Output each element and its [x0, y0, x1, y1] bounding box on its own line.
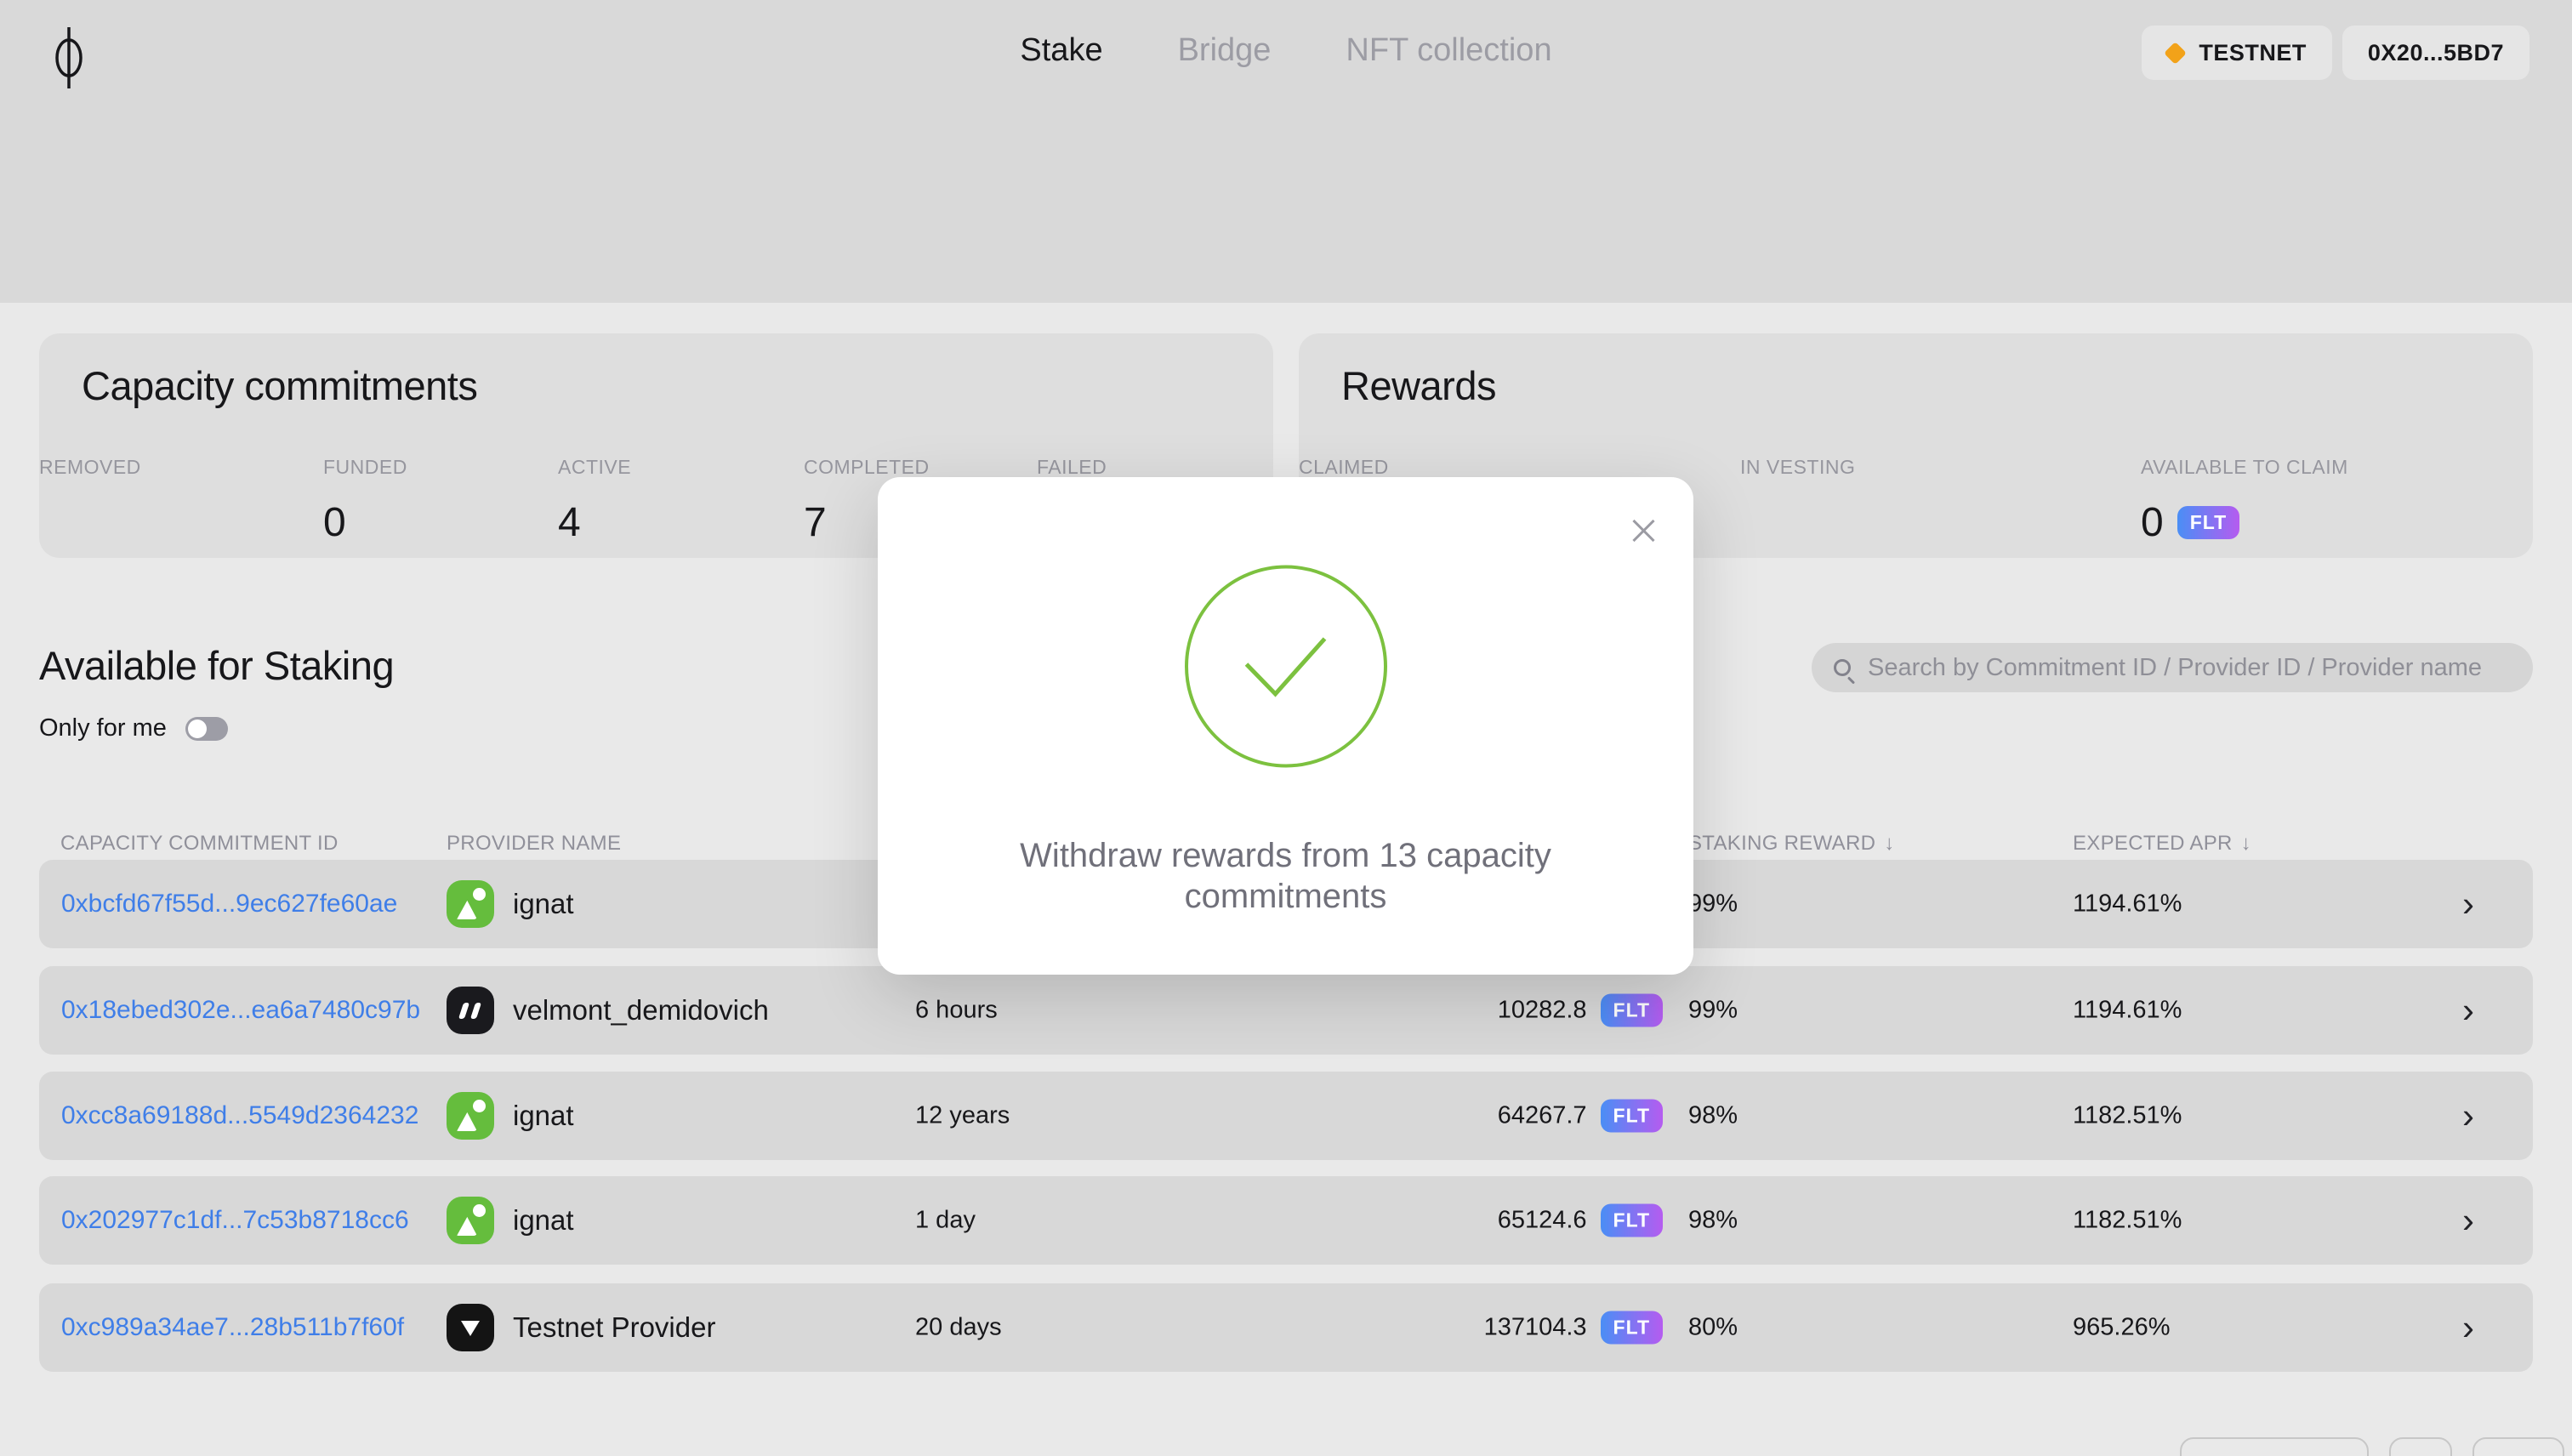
stat-funded: FUNDED 0 [323, 456, 407, 545]
stat-active: ACTIVE 4 [558, 456, 632, 545]
stat-in-vesting: IN VESTING [1740, 456, 1856, 478]
header-expected-apr[interactable]: EXPECTED APR ↓ [2073, 832, 2251, 856]
row-chevron-icon[interactable]: › [2462, 886, 2474, 922]
network-diamond-icon [2164, 41, 2188, 65]
only-for-me-label: Only for me [39, 714, 167, 742]
table-row[interactable]: 0xcc8a69188d...5549d2364232 ignat 12 yea… [39, 1072, 2533, 1160]
provider-avatar [447, 1197, 494, 1244]
commitment-id-link[interactable]: 0xc989a34ae7...28b511b7f60f [61, 1313, 404, 1342]
staking-reward-cell: 80% [1688, 1313, 1738, 1341]
table-row[interactable]: 0x18ebed302e...ea6a7480c97b velmont_demi… [39, 966, 2533, 1055]
commitment-id-link[interactable]: 0x18ebed302e...ea6a7480c97b [61, 996, 420, 1025]
header-staking-reward[interactable]: STAKING REWARD ↓ [1688, 832, 1895, 856]
duration-cell: 1 day [915, 1206, 976, 1234]
commitment-id-link[interactable]: 0x202977c1df...7c53b8718cc6 [61, 1206, 409, 1235]
row-chevron-icon[interactable]: › [2462, 992, 2474, 1028]
withdraw-success-modal: Withdraw rewards from 13 capacity commit… [878, 477, 1693, 975]
tab-stake[interactable]: Stake [1020, 32, 1102, 69]
stake-cell: 137104.3 FLT [1484, 1311, 1663, 1345]
top-right-buttons: TESTNET 0X20...5BD7 [2142, 26, 2529, 80]
stat-removed: REMOVED [39, 456, 141, 478]
search-bar [1812, 643, 2533, 692]
toggle-knob [187, 719, 207, 738]
provider-cell: ignat [447, 1092, 574, 1140]
search-icon [1834, 659, 1851, 676]
stake-cell: 65124.6 FLT [1498, 1203, 1663, 1237]
available-for-staking-title: Available for Staking [39, 643, 395, 688]
flt-token-badge: FLT [1600, 1203, 1663, 1237]
tab-nft-collection[interactable]: NFT collection [1346, 32, 1551, 69]
provider-cell: ignat [447, 1197, 574, 1244]
provider-cell: Testnet Provider [447, 1304, 715, 1351]
capacity-card-title: Capacity commitments [82, 363, 478, 408]
next-page-button[interactable]: › [2389, 1437, 2452, 1456]
flt-token-badge: FLT [1600, 993, 1663, 1027]
stake-cell: 64267.7 FLT [1498, 1099, 1663, 1133]
duration-cell: 20 days [915, 1313, 1002, 1341]
top-navigation-bar: Stake Bridge NFT collection TESTNET 0X20… [0, 0, 2572, 303]
flt-token-badge: FLT [2177, 506, 2240, 539]
duration-cell: 12 years [915, 1101, 1010, 1129]
provider-name: ignat [513, 888, 574, 919]
success-check-icon [1181, 562, 1390, 775]
network-button[interactable]: TESTNET [2142, 26, 2332, 80]
nav-tabs: Stake Bridge NFT collection [1020, 32, 1551, 69]
staking-reward-cell: 98% [1688, 1101, 1738, 1129]
provider-avatar [447, 1092, 494, 1140]
network-label: TESTNET [2199, 39, 2307, 65]
expected-apr-cell: 965.26% [2073, 1313, 2171, 1341]
header-capacity-commitment-id: CAPACITY COMMITMENT ID [60, 832, 339, 855]
pagination: Page 1 of 14 › Last [2180, 1437, 2564, 1456]
provider-avatar [447, 987, 494, 1034]
table-row[interactable]: 0xc989a34ae7...28b511b7f60f Testnet Prov… [39, 1283, 2533, 1372]
header-provider-name: PROVIDER NAME [447, 832, 622, 855]
wallet-address-label: 0X20...5BD7 [2367, 39, 2504, 65]
row-chevron-icon[interactable]: › [2462, 1098, 2474, 1134]
search-input[interactable] [1868, 653, 2511, 682]
staking-reward-cell: 99% [1688, 996, 1738, 1024]
last-page-button[interactable]: Last [2472, 1437, 2564, 1456]
only-for-me-toggle[interactable] [185, 716, 228, 741]
row-chevron-icon[interactable]: › [2462, 1203, 2474, 1238]
modal-message: Withdraw rewards from 13 capacity commit… [1020, 837, 1551, 915]
wallet-address-button[interactable]: 0X20...5BD7 [2342, 26, 2529, 80]
commitment-id-link[interactable]: 0xcc8a69188d...5549d2364232 [61, 1101, 418, 1130]
logo-phi-icon[interactable] [49, 22, 88, 93]
sort-down-icon[interactable]: ↓ [1884, 832, 1894, 855]
expected-apr-cell: 1194.61% [2073, 890, 2182, 918]
row-chevron-icon[interactable]: › [2462, 1310, 2474, 1345]
provider-name: ignat [513, 1204, 574, 1236]
only-for-me-row: Only for me [39, 714, 228, 742]
provider-name: ignat [513, 1100, 574, 1131]
page-indicator-button[interactable]: Page 1 of 14 [2180, 1437, 2369, 1456]
expected-apr-cell: 1194.61% [2073, 996, 2182, 1024]
provider-avatar [447, 880, 494, 928]
rewards-card-title: Rewards [1341, 363, 1496, 408]
commitment-id-link[interactable]: 0xbcfd67f55d...9ec627fe60ae [61, 890, 397, 919]
provider-cell: velmont_demidovich [447, 987, 769, 1034]
expected-apr-cell: 1182.51% [2073, 1101, 2182, 1129]
provider-name: Testnet Provider [513, 1311, 716, 1343]
close-icon[interactable] [1627, 515, 1659, 547]
tab-bridge[interactable]: Bridge [1178, 32, 1272, 69]
flt-token-badge: FLT [1600, 1099, 1663, 1133]
staking-reward-cell: 98% [1688, 1206, 1738, 1234]
stake-cell: 10282.8 FLT [1498, 993, 1663, 1027]
flt-token-badge: FLT [1600, 1311, 1663, 1345]
provider-cell: ignat [447, 880, 574, 928]
stat-available-to-claim: AVAILABLE TO CLAIM 0 FLT [2141, 456, 2348, 545]
expected-apr-cell: 1182.51% [2073, 1206, 2182, 1234]
provider-name: velmont_demidovich [513, 994, 769, 1026]
provider-avatar [447, 1304, 494, 1351]
staking-reward-cell: 99% [1688, 890, 1738, 918]
table-row[interactable]: 0x202977c1df...7c53b8718cc6 ignat 1 day … [39, 1176, 2533, 1265]
sort-down-icon[interactable]: ↓ [2241, 832, 2251, 855]
duration-cell: 6 hours [915, 996, 998, 1024]
